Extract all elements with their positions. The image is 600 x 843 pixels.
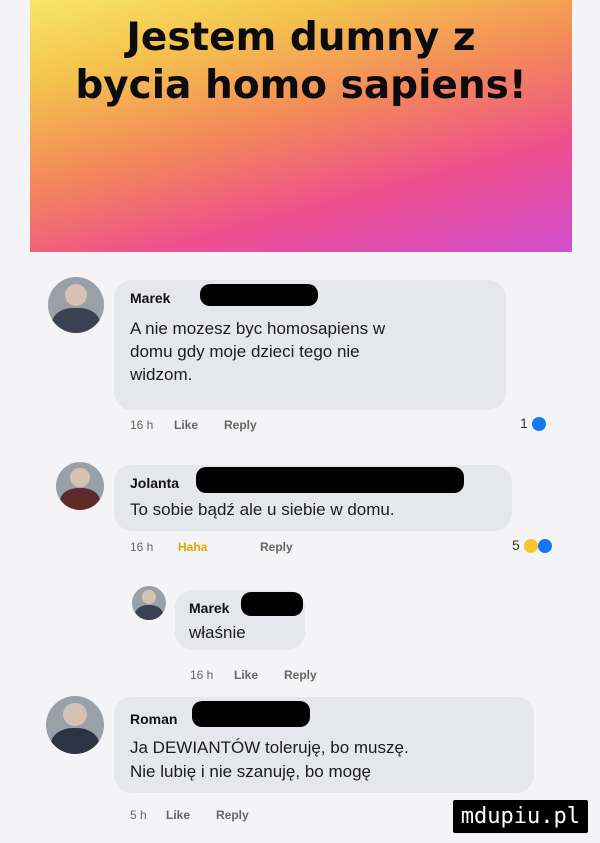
like-reaction-icon xyxy=(531,417,546,432)
avatar[interactable] xyxy=(132,586,166,620)
comment-text-line: To sobie bądź ale u siebie w domu. xyxy=(130,500,395,519)
comment-bubble: Marek właśnie xyxy=(175,590,305,650)
comment-author[interactable]: Roman xyxy=(130,711,177,727)
banner-line-2: bycia homo sapiens! xyxy=(75,63,527,108)
comment-bubble: Roman Ja DEWIANTÓW toleruję, bo muszę. N… xyxy=(114,697,534,793)
comment-text-line: Nie lubię i nie szanuję, bo mogę xyxy=(130,762,371,781)
comment-bubble: Marek A nie mozesz byc homosapiens w dom… xyxy=(114,280,506,410)
comment-bubble: Jolanta To sobie bądź ale u siebie w dom… xyxy=(114,465,512,531)
reply-link[interactable]: Reply xyxy=(260,540,293,554)
comment-text-line: domu gdy moje dzieci tego nie xyxy=(130,342,360,361)
banner-line-1: Jestem dumny z xyxy=(126,15,476,60)
avatar[interactable] xyxy=(56,462,104,510)
avatar[interactable] xyxy=(46,696,104,754)
timestamp: 16 h xyxy=(130,540,154,554)
comment-text-line: A nie mozesz byc homosapiens w xyxy=(130,319,386,338)
banner-title: Jestem dumny z bycia homo sapiens! xyxy=(30,14,572,110)
reaction-summary[interactable]: 1 xyxy=(520,415,546,432)
haha-reaction-icon xyxy=(523,539,538,554)
comment-text-line: widzom. xyxy=(130,365,193,384)
comment-author[interactable]: Marek xyxy=(189,600,229,616)
watermark-logo: mdupiu.pl xyxy=(452,800,588,833)
reply-link[interactable]: Reply xyxy=(284,668,317,682)
reply-link[interactable]: Reply xyxy=(216,808,249,822)
avatar[interactable] xyxy=(48,277,104,333)
comment-author[interactable]: Marek xyxy=(130,290,170,306)
comment-author[interactable]: Jolanta xyxy=(130,475,179,491)
like-link[interactable]: Like xyxy=(234,668,258,682)
comment-text-line: właśnie xyxy=(189,623,246,642)
timestamp: 16 h xyxy=(190,668,214,682)
like-link[interactable]: Like xyxy=(174,418,198,432)
redacted-surname xyxy=(192,701,310,727)
haha-link[interactable]: Haha xyxy=(178,540,207,554)
reaction-count: 5 xyxy=(512,537,520,553)
comment-text-line: Ja DEWIANTÓW toleruję, bo muszę. xyxy=(130,738,409,757)
redacted-surname xyxy=(241,592,303,616)
meme-banner: Jestem dumny z bycia homo sapiens! xyxy=(30,0,572,252)
reaction-count: 1 xyxy=(520,415,528,431)
redacted-surname xyxy=(200,284,318,306)
redacted-surname xyxy=(196,467,464,493)
timestamp: 5 h xyxy=(130,808,147,822)
reaction-summary[interactable]: 5 xyxy=(512,537,552,554)
reply-link[interactable]: Reply xyxy=(224,418,257,432)
timestamp: 16 h xyxy=(130,418,154,432)
like-reaction-icon xyxy=(537,539,552,554)
like-link[interactable]: Like xyxy=(166,808,190,822)
